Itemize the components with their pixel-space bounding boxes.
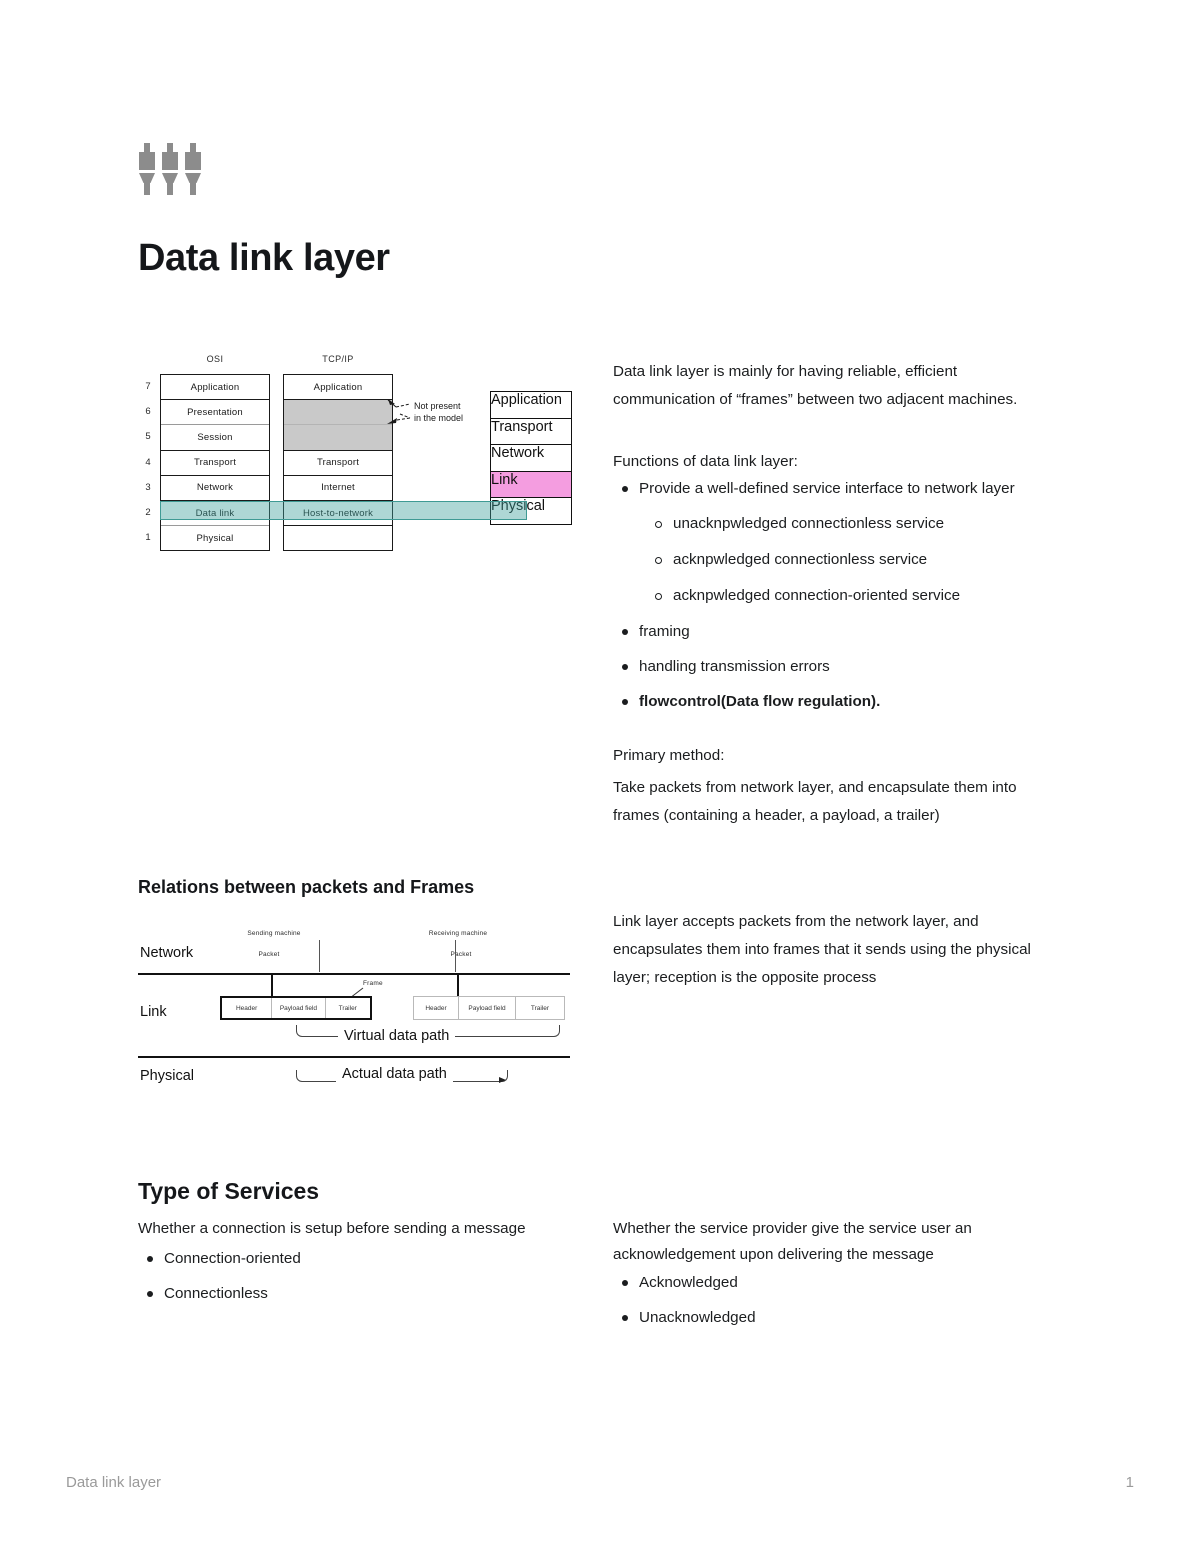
primary-method-heading: Primary method: [613, 747, 725, 764]
osi-layer-presentation: Presentation [161, 400, 269, 426]
osi-layer-network: Network [161, 476, 269, 501]
document-page: Data link layer OSI TCP/IP 7 6 5 4 3 2 1… [0, 0, 1200, 1553]
tcpip-caption: TCP/IP [322, 354, 354, 364]
layer-number: 1 [145, 532, 151, 544]
pf-row-label-link: Link [140, 1004, 167, 1020]
function-item: framing [613, 621, 1063, 643]
tcpip-stack: Application Transport Internet Host-to-n… [283, 374, 393, 551]
layer-number: 2 [145, 507, 151, 519]
pf-frame-payload: Payload field [459, 997, 516, 1019]
tcpip-layer-transport: Transport [284, 451, 392, 476]
function-item: Provide a well-defined service interface… [613, 478, 1063, 500]
osi-layer-transport: Transport [161, 451, 269, 476]
functions-list: Provide a well-defined service interface… [613, 478, 1063, 713]
layer-number: 4 [145, 456, 151, 468]
acknowledgement-type-list: Acknowledged Unacknowledged [613, 1272, 1063, 1329]
tcpip-layer-absent-2 [284, 425, 392, 451]
pf-virtual-data-path-label: Virtual data path [338, 1028, 456, 1044]
layer-number: 6 [145, 406, 151, 418]
acknowledgement-type-item: Acknowledged [613, 1272, 1063, 1294]
stack-layer-link: Link [491, 471, 571, 498]
acknowledgement-type-item: Unacknowledged [613, 1307, 1063, 1329]
pf-frame-header: Header [222, 998, 273, 1018]
pf-actual-data-path-label: Actual data path [336, 1066, 453, 1082]
osi-layer-physical: Physical [196, 533, 234, 545]
functions-heading: Functions of data link layer: [613, 453, 798, 470]
layer-number: 3 [145, 481, 151, 493]
plugs-icon [139, 143, 201, 195]
footer-page-number: 1 [1125, 1474, 1134, 1491]
pf-network-divider-sender [319, 940, 320, 972]
pf-row-label-physical: Physical [140, 1068, 194, 1084]
pf-packet-label-receiver: Packet [450, 951, 472, 958]
pf-link-physical-boundary [138, 1056, 570, 1058]
pf-sender-arrow-line [271, 973, 273, 997]
type-of-services-left-intro: Whether a connection is setup before sen… [138, 1220, 526, 1237]
tcpip-layer-internet: Internet [284, 476, 392, 501]
connection-type-list: Connection-oriented Connectionless [138, 1248, 578, 1305]
tcpip-layer-empty [284, 526, 392, 551]
annotation-line-1: Not present [414, 401, 461, 411]
osi-layer-numbers: 7 6 5 4 3 2 1 [138, 374, 158, 550]
function-item: handling transmission errors [613, 656, 1063, 678]
layer-number: 7 [145, 381, 151, 393]
pf-frame-trailer: Trailer [338, 1004, 357, 1012]
osi-stack: Application Presentation Session Transpo… [160, 374, 270, 551]
stack-layer-transport: Transport [491, 419, 571, 445]
osi-layer-application: Application [161, 375, 269, 401]
primary-method-body: Take packets from network layer, and enc… [613, 779, 1017, 824]
relations-heading: Relations between packets and Frames [138, 877, 475, 897]
footer-document-name: Data link layer [66, 1474, 162, 1491]
pf-row-label-network: Network [140, 945, 194, 961]
stack-layer-application: Application [491, 392, 571, 419]
pf-receiving-machine-label: Receiving machine [428, 930, 488, 937]
pf-receiver-frame: Header Payload field Trailer [413, 996, 565, 1020]
page-title: Data link layer [138, 237, 390, 280]
tcpip-layer-application: Application [284, 375, 392, 401]
pf-frame-header: Header [414, 997, 459, 1019]
pf-network-divider-receiver [455, 940, 456, 972]
connection-type-item: Connectionless [138, 1283, 578, 1305]
pf-frame-trailer: Trailer [530, 1004, 550, 1012]
pf-sending-machine-label: Sending machine [247, 930, 301, 937]
pf-sender-frame: Header Payload field Trailer [220, 996, 372, 1020]
osi-caption: OSI [206, 354, 224, 364]
intro-paragraph: Data link layer is mainly for having rel… [613, 363, 1018, 408]
osi-layer-session: Session [161, 425, 269, 451]
function-item: flowcontrol(Data flow regulation). [613, 691, 1063, 713]
annotation-line-2: in the model [414, 413, 464, 423]
datalink-highlight-bar [160, 501, 527, 520]
relations-right-paragraph: Link layer accepts packets from the netw… [613, 913, 1031, 986]
osi-tcpip-figure: OSI TCP/IP 7 6 5 4 3 2 1 Application Pre… [138, 352, 578, 557]
function-subitem: unacknpwledged connectionless service [613, 513, 1063, 535]
pf-network-link-boundary [138, 973, 570, 975]
tcpip-layer-absent-1 [284, 400, 392, 426]
packets-frames-figure: Network Link Physical Sending machine Re… [138, 918, 578, 1088]
type-of-services-heading: Type of Services [138, 1178, 320, 1204]
function-subitem: acknpwledged connectionless service [613, 549, 1063, 571]
pf-frame-payload: Payload field [272, 998, 326, 1018]
type-of-services-right-intro: Whether the service provider give the se… [613, 1220, 972, 1263]
pf-packet-label-sender: Packet [258, 951, 280, 958]
stack-layer-network: Network [491, 445, 571, 472]
function-subitem: acknpwledged connection-oriented service [613, 585, 1063, 607]
not-present-annotation: Not present in the model [414, 400, 463, 424]
layer-number: 5 [145, 431, 151, 443]
connection-type-item: Connection-oriented [138, 1248, 578, 1270]
